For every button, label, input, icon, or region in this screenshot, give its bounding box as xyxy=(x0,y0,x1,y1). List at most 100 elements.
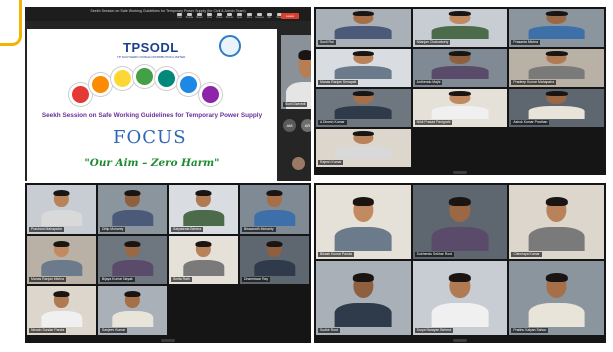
participant-tile[interactable]: Dillip Mohanty xyxy=(98,185,167,234)
safety-icon-orange xyxy=(89,73,112,96)
meeting-toolbar: Seekh Session on Safe Working Guidelines… xyxy=(25,7,311,21)
presenter-video[interactable]: Sunil Dwivedi xyxy=(281,35,311,109)
participant-name: Rajesh Kumar xyxy=(318,160,344,165)
toolbar-label: View xyxy=(206,16,213,19)
participant-name: Bikash Kumar Panda xyxy=(318,252,354,257)
slide-brand-sub: TP SOUTHERN ODISHA DISTRIBUTION LIMITED xyxy=(117,55,186,59)
toolbar-apps-button[interactable]: Apps xyxy=(235,13,244,19)
participant-name: Sudhir Rout xyxy=(318,328,340,333)
participant-tile[interactable]: Surya Narayan Behera xyxy=(412,261,508,335)
participant-video xyxy=(334,196,392,251)
gallery-pager[interactable] xyxy=(453,171,467,174)
leave-button[interactable]: Leave xyxy=(281,13,299,19)
toolbar-chat-button[interactable]: Chat xyxy=(175,13,184,19)
toolbar-notes-button[interactable]: Notes xyxy=(215,13,224,19)
slide-focus: FOCUS xyxy=(113,127,187,148)
gallery-bottom-left: Prashant Mahapatra Dillip Mohanty Satyabra… xyxy=(25,183,311,343)
toolbar-rooms-button[interactable]: Rooms xyxy=(225,13,234,19)
participant-video xyxy=(528,196,586,251)
participant-tile[interactable]: Prabhu Kalyan Sahoo xyxy=(509,261,604,335)
gallery-pager[interactable] xyxy=(453,339,467,342)
participant-tile[interactable]: Ashok Kumar Pradhan xyxy=(509,89,604,127)
participant-tile[interactable]: Smita Rath xyxy=(169,235,238,285)
participant-name: Ardhendu Majhi xyxy=(414,80,443,85)
participant-name: Chinmaya Kumar xyxy=(511,252,542,257)
participant-tile[interactable]: Nihit Prasad Panigrahi xyxy=(412,89,508,127)
participant-tile[interactable]: Sanjeev Kumar xyxy=(98,286,167,335)
participant-video xyxy=(182,189,225,226)
participant-video xyxy=(111,240,154,277)
slide-aim: "Our Aim – Zero Harm" xyxy=(84,157,220,169)
participant-tile[interactable]: Sunil Rai xyxy=(316,9,411,47)
participant-video xyxy=(431,272,489,327)
participant-tile[interactable]: Manas Ranjan Senapati xyxy=(316,49,411,87)
gallery-top-right: Sunil Rai Nilanjan Chakraborty Prasanta Mi… xyxy=(314,7,606,175)
participant-name: Bijaya Kumar Nayak xyxy=(100,277,135,283)
toolbar-label: Apps xyxy=(236,16,243,19)
toolbar-label: More xyxy=(246,16,253,19)
participant-tile[interactable]: Satyabrata Behera xyxy=(169,185,238,234)
participant-tile[interactable]: Prashant Mahapatra xyxy=(27,185,96,234)
participant-name: Sanjeev Kumar xyxy=(100,327,128,333)
participant-video xyxy=(253,189,296,226)
participant-tile[interactable]: Manas Ranjan Mishra xyxy=(27,235,96,285)
participant-tile[interactable]: Pradeep Kumar Mahapatra xyxy=(509,49,604,87)
presenter-window: Seekh Session on Safe Working Guidelines… xyxy=(25,7,311,181)
gallery-bottom-right: Bikash Kumar Panda Subhendu Sekhar Rout Ch… xyxy=(314,183,606,343)
participant-video xyxy=(528,51,586,79)
toolbar-label: Chat xyxy=(176,16,183,19)
participant-name: Satyabrata Behera xyxy=(171,226,204,232)
participant-tile[interactable]: Dhaneswar Ray xyxy=(240,235,309,285)
participant-tile[interactable]: Subhendu Sekhar Rout xyxy=(412,185,508,259)
participant-name: Pradeep Kumar Mahapatra xyxy=(511,80,557,85)
safety-icon-blue xyxy=(177,73,200,96)
participant-avatar-ar[interactable]: AR xyxy=(301,119,311,132)
gallery-pager[interactable] xyxy=(161,339,175,342)
participant-video xyxy=(528,91,586,119)
participant-video xyxy=(182,240,225,277)
toolbar-label: React xyxy=(196,16,203,19)
participant-tile[interactable]: Rajesh Kumar xyxy=(316,129,411,167)
slide-session-title: Seekh Session on Safe Working Guidelines… xyxy=(41,112,263,119)
participant-video xyxy=(253,240,296,277)
participant-avatar-am[interactable]: AM xyxy=(283,119,296,132)
toolbar-label: Rooms xyxy=(225,16,234,19)
participant-tile[interactable]: Bikash Kumar Panda xyxy=(316,185,411,259)
toolbar-view-button[interactable]: View xyxy=(205,13,214,19)
participant-video xyxy=(528,11,586,39)
participant-avatar-photo[interactable] xyxy=(292,157,305,170)
participant-tile[interactable]: Biswanath Mohanty xyxy=(240,185,309,234)
participant-name: Dillip Mohanty xyxy=(100,226,126,232)
participant-video xyxy=(528,272,586,327)
participant-name: Sunil Rai xyxy=(318,40,336,45)
participant-tile[interactable]: Prasanta Mishra xyxy=(509,9,604,47)
participant-tile[interactable]: A Dinesh Kumar xyxy=(316,89,411,127)
presenter-avatar xyxy=(286,50,311,109)
participant-name: Ashok Kumar Pradhan xyxy=(511,120,550,125)
participant-video xyxy=(334,131,392,159)
participant-tile[interactable]: Nimain Sundar Panda xyxy=(27,286,96,335)
participant-video xyxy=(40,240,83,277)
participant-name: Smita Rath xyxy=(171,277,192,283)
toolbar-camera-button[interactable]: Camera xyxy=(255,13,264,19)
toolbar-mic-button[interactable]: Mic xyxy=(265,13,274,19)
toolbar-people-button[interactable]: People xyxy=(185,13,194,19)
participant-video xyxy=(334,11,392,39)
participant-video xyxy=(111,291,154,327)
participant-tile[interactable]: Sudhir Rout xyxy=(316,261,411,335)
participant-name: Nimain Sundar Panda xyxy=(29,327,67,333)
toolbar-react-button[interactable]: React xyxy=(195,13,204,19)
participant-video xyxy=(431,51,489,79)
toolbar-label: Mic xyxy=(267,16,272,19)
shared-slide: TPSODL TP SOUTHERN ODISHA DISTRIBUTION L… xyxy=(27,29,277,181)
participant-tile[interactable]: Chinmaya Kumar xyxy=(509,185,604,259)
toolbar-more-button[interactable]: More xyxy=(245,13,254,19)
participant-tile[interactable]: Nilanjan Chakraborty xyxy=(412,9,508,47)
participant-tile[interactable]: Ardhendu Majhi xyxy=(412,49,508,87)
participant-tile[interactable]: Bijaya Kumar Nayak xyxy=(98,235,167,285)
participant-name: Dhaneswar Ray xyxy=(242,277,271,283)
participant-name: Prasanta Mishra xyxy=(511,40,541,45)
safety-icon-green xyxy=(133,65,156,88)
participant-video xyxy=(431,196,489,251)
participant-name: Biswanath Mohanty xyxy=(242,226,276,232)
